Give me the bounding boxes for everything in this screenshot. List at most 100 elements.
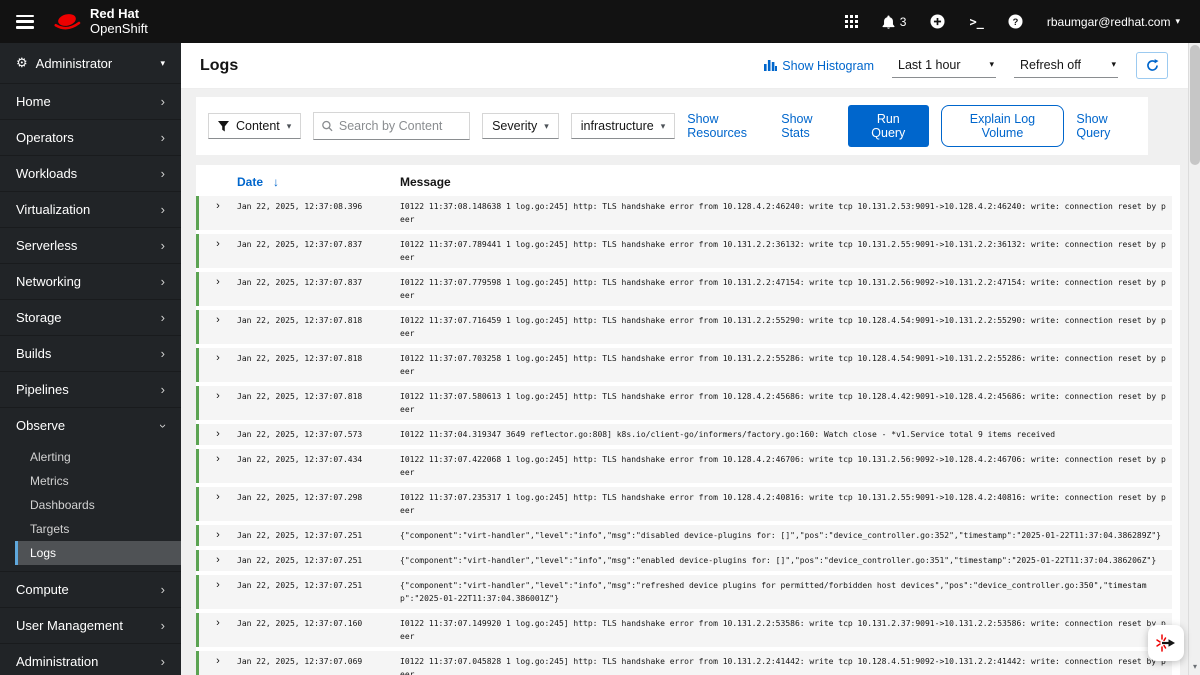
terminal-button[interactable]: >_	[969, 15, 983, 29]
page-header-actions: Show Histogram Last 1 hour ▾ Refresh off…	[764, 52, 1168, 79]
log-message: I0122 11:37:08.148638 1 log.go:245] http…	[400, 202, 1166, 224]
sidebar-item-pipelines[interactable]: Pipelines ›	[0, 371, 181, 407]
expand-chevron-icon[interactable]: ›	[199, 314, 237, 326]
show-histogram-label: Show Histogram	[782, 58, 874, 73]
expand-chevron-icon[interactable]: ›	[199, 529, 237, 541]
time-range-value: Last 1 hour	[898, 57, 961, 72]
expand-chevron-icon[interactable]: ›	[199, 352, 237, 364]
username: rbaumgar@redhat.com	[1046, 14, 1171, 29]
expand-chevron-icon[interactable]: ›	[199, 390, 237, 402]
chevron-right-icon: ›	[160, 581, 165, 597]
log-message: I0122 11:37:07.703258 1 log.go:245] http…	[400, 354, 1166, 376]
tenant-select[interactable]: infrastructure ▾	[570, 113, 676, 139]
expand-chevron-icon[interactable]: ›	[199, 238, 237, 250]
expand-chevron-icon[interactable]: ›	[199, 491, 237, 503]
sidebar-item-label: Pipelines	[16, 382, 69, 397]
sidebar-item-storage[interactable]: Storage ›	[0, 299, 181, 335]
sidebar-item-label: Builds	[16, 346, 52, 361]
expand-chevron-icon[interactable]: ›	[199, 428, 237, 440]
content-filter-select[interactable]: Content ▾	[208, 113, 302, 139]
refresh-button[interactable]	[1136, 52, 1168, 79]
sidebar-item-virtualization[interactable]: Virtualization ›	[0, 191, 181, 227]
expand-chevron-icon[interactable]: ›	[199, 453, 237, 465]
sidebar-item-builds[interactable]: Builds ›	[0, 335, 181, 371]
hamburger-menu-icon[interactable]	[16, 14, 34, 29]
openshift-console: Red Hat OpenShift 3 >_ ? rbaumgar@redhat…	[0, 0, 1200, 675]
terminal-icon: >_	[969, 14, 984, 29]
log-message: {"component":"virt-handler","level":"inf…	[400, 581, 1147, 603]
severity-select[interactable]: Severity ▾	[482, 113, 559, 139]
chevron-right-icon: ›	[160, 237, 165, 253]
chevron-right-icon: ›	[160, 381, 165, 397]
sidebar-item-user-management[interactable]: User Management ›	[0, 607, 181, 643]
refresh-interval-select[interactable]: Refresh off ▾	[1014, 54, 1118, 78]
sidebar-item-label: Home	[16, 94, 51, 109]
scrollbar-thumb[interactable]	[1190, 45, 1200, 165]
show-query-link[interactable]: Show Query	[1076, 112, 1136, 140]
expand-chevron-icon[interactable]: ›	[199, 554, 237, 566]
import-button[interactable]	[930, 14, 945, 29]
sync-icon	[1146, 59, 1159, 71]
sidebar-item-logs[interactable]: Logs	[15, 541, 181, 565]
show-stats-link[interactable]: Show Stats	[781, 112, 836, 140]
refresh-interval-value: Refresh off	[1020, 57, 1081, 72]
scroll-down-arrow[interactable]: ▾	[1189, 660, 1200, 674]
log-message: I0122 11:37:07.789441 1 log.go:245] http…	[400, 240, 1166, 262]
floating-assistant-button[interactable]	[1148, 625, 1184, 661]
sidebar-subnav: Alerting Metrics Dashboards Targets Logs	[0, 443, 181, 571]
sidebar-item-home[interactable]: Home ›	[0, 84, 181, 119]
sidebar-item-alerting[interactable]: Alerting	[15, 445, 181, 469]
sidebar-item-dashboards[interactable]: Dashboards	[15, 493, 181, 517]
table-row: › Jan 22, 2025, 12:37:07.251 {"component…	[196, 575, 1172, 609]
log-message: I0122 11:37:07.149920 1 log.go:245] http…	[400, 619, 1166, 641]
show-resources-link[interactable]: Show Resources	[687, 112, 769, 140]
time-range-select[interactable]: Last 1 hour ▾	[892, 54, 996, 78]
run-query-button[interactable]: Run Query	[848, 105, 929, 147]
log-message: I0122 11:37:07.045828 1 log.go:245] http…	[400, 657, 1166, 675]
assistant-spark-icon	[1156, 634, 1175, 652]
sidebar-item-administration[interactable]: Administration ›	[0, 643, 181, 675]
log-date: Jan 22, 2025, 12:37:07.251	[237, 531, 363, 540]
content-search	[313, 112, 471, 140]
table-row: › Jan 22, 2025, 12:37:07.573 I0122 11:37…	[196, 424, 1172, 445]
log-message: I0122 11:37:07.716459 1 log.go:245] http…	[400, 316, 1166, 338]
table-row: › Jan 22, 2025, 12:37:07.837 I0122 11:37…	[196, 234, 1172, 268]
help-button[interactable]: ?	[1008, 14, 1023, 29]
user-menu[interactable]: rbaumgar@redhat.com ▾	[1047, 15, 1180, 29]
explain-log-volume-button[interactable]: Explain Log Volume	[940, 105, 1065, 147]
sidebar-item-metrics[interactable]: Metrics	[15, 469, 181, 493]
table-row: › Jan 22, 2025, 12:37:07.069 I0122 11:37…	[196, 651, 1172, 675]
log-date: Jan 22, 2025, 12:37:07.434	[237, 455, 363, 464]
expand-chevron-icon[interactable]: ›	[199, 579, 237, 591]
chevron-right-icon: ›	[160, 129, 165, 145]
expand-chevron-icon[interactable]: ›	[199, 200, 237, 212]
sidebar-item-label: Workloads	[16, 166, 78, 181]
brand-line1: Red Hat	[90, 6, 140, 22]
plus-circle-icon	[930, 14, 945, 29]
sidebar-item-serverless[interactable]: Serverless ›	[0, 227, 181, 263]
date-column-header[interactable]: Date ↓	[237, 175, 400, 189]
log-date: Jan 22, 2025, 12:37:07.573	[237, 430, 363, 439]
sidebar-item-networking[interactable]: Networking ›	[0, 263, 181, 299]
search-input[interactable]	[338, 119, 462, 133]
show-histogram-link[interactable]: Show Histogram	[764, 59, 874, 73]
sidebar-item-compute[interactable]: Compute ›	[0, 571, 181, 607]
sidebar-item-observe[interactable]: Observe ›	[0, 407, 181, 443]
log-message: I0122 11:37:07.580613 1 log.go:245] http…	[400, 392, 1166, 414]
perspective-switcher[interactable]: ⚙ Administrator ▾	[0, 43, 181, 84]
sidebar-item-workloads[interactable]: Workloads ›	[0, 155, 181, 191]
vertical-scrollbar[interactable]: ▾	[1188, 43, 1200, 675]
expand-chevron-icon[interactable]: ›	[199, 617, 237, 629]
chevron-right-icon: ›	[160, 93, 165, 109]
expand-chevron-icon[interactable]: ›	[199, 276, 237, 288]
table-row: › Jan 22, 2025, 12:37:07.251 {"component…	[196, 550, 1172, 571]
sidebar-item-operators[interactable]: Operators ›	[0, 119, 181, 155]
bell-icon	[882, 15, 895, 29]
log-message: I0122 11:37:04.319347 3649 reflector.go:…	[400, 430, 1056, 439]
sidebar-item-targets[interactable]: Targets	[15, 517, 181, 541]
expand-chevron-icon[interactable]: ›	[199, 655, 237, 667]
chevron-right-icon: ›	[160, 653, 165, 669]
notifications-button[interactable]: 3	[882, 15, 906, 29]
app-launcher-button[interactable]	[844, 15, 858, 28]
masthead-toolbar: 3 >_ ? rbaumgar@redhat.com ▾	[844, 14, 1200, 29]
